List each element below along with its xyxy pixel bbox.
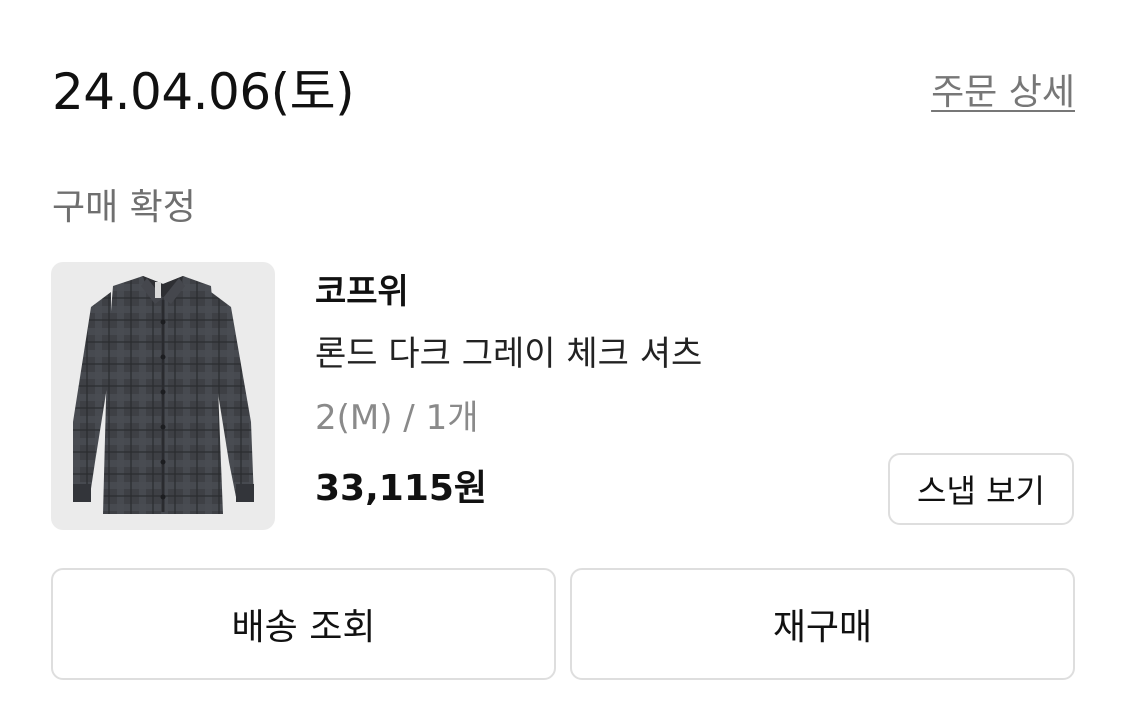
reorder-button[interactable]: 재구매 [570, 568, 1075, 680]
product-price: 33,115원 [315, 468, 488, 509]
view-snap-button[interactable]: 스냅 보기 [888, 453, 1074, 525]
shirt-image [73, 276, 254, 514]
order-status: 구매 확정 [52, 187, 196, 228]
order-detail-link[interactable]: 주문 상세 [931, 70, 1075, 116]
product-option: 2(M) / 1개 [315, 398, 479, 438]
product-thumbnail[interactable] [51, 262, 275, 530]
order-date: 24.04.06(토) [52, 63, 355, 121]
product-brand[interactable]: 코프위 [315, 270, 409, 314]
track-delivery-button[interactable]: 배송 조회 [51, 568, 556, 680]
product-name[interactable]: 론드 다크 그레이 체크 셔츠 [315, 332, 702, 376]
